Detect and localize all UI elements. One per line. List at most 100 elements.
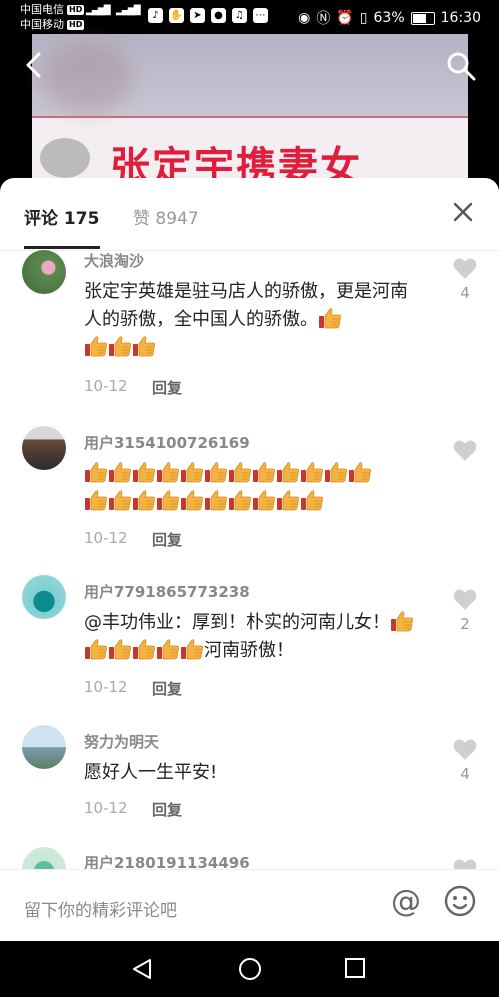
tab-comments[interactable]: 评论 175 (24, 204, 99, 229)
tab-likes[interactable]: 赞 8947 (133, 204, 199, 229)
signal-icon: ▂▄▆█ (116, 6, 141, 16)
active-tab-indicator (24, 246, 100, 249)
thumbs-up-emoji (348, 461, 372, 483)
reply-button[interactable]: 回复 (152, 799, 182, 820)
reply-button[interactable]: 回复 (152, 678, 182, 699)
comment-sheet: 评论 175 赞 8947 大浪淘沙 张定宇英雄是驻马店人的骄傲，更是河南人的骄… (0, 178, 499, 941)
back-icon[interactable] (20, 50, 50, 80)
like-count: 2 (460, 615, 470, 633)
status-right: ◉ Ⓝ ⏰ ▯ 63% 16:30 (298, 8, 481, 28)
thumbs-up-emoji (318, 307, 342, 329)
avatar[interactable] (22, 250, 66, 294)
comment-text: @丰功伟业：厚到！朴实的河南儿女！ 河南骄傲！ (84, 609, 424, 665)
carrier-2-name: 中国移动 (20, 18, 64, 31)
thumbs-up-emoji (300, 461, 324, 483)
alarm-icon: ⏰ (336, 10, 354, 26)
hd-badge: HD (67, 5, 85, 15)
thumbs-up-emoji (252, 489, 276, 511)
heart-icon[interactable] (452, 737, 478, 761)
thumbs-up-emoji (108, 489, 132, 511)
clock: 16:30 (440, 10, 481, 26)
eye-icon: ◉ (298, 10, 311, 26)
comment-tabs: 评论 175 赞 8947 (0, 178, 499, 251)
comment-text-content: 张定宇英雄是驻马店人的骄傲，更是河南人的骄傲，全中国人的骄傲。 (84, 281, 408, 330)
reply-button[interactable]: 回复 (152, 377, 182, 398)
notification-icons: ♪ ✋ ➤ ● ♫ ⋯ (148, 8, 268, 23)
comment-input[interactable]: 留下你的精彩评论吧 (24, 896, 177, 921)
app-icon: ✋ (169, 8, 184, 23)
emoji-icon[interactable] (443, 884, 477, 918)
heart-icon[interactable] (452, 256, 478, 280)
like-count: 4 (460, 284, 470, 302)
thumbs-up-emoji (204, 489, 228, 511)
thumbs-up-emoji (180, 638, 204, 660)
carrier-info: 中国电信 HD 中国移动 HD (20, 2, 85, 32)
at-icon[interactable]: @ (388, 884, 424, 920)
comment-text-content: 河南骄傲！ (204, 640, 294, 661)
video-frame: 张定宇携妻女 (32, 34, 468, 190)
comment-username[interactable]: 用户3154100726169 (84, 432, 250, 453)
avatar[interactable] (22, 426, 66, 470)
thumbs-up-emoji (156, 489, 180, 511)
heart-icon[interactable] (452, 857, 478, 869)
battery-icon (410, 11, 435, 25)
thumbs-up-emoji (390, 610, 414, 632)
video-blur (42, 42, 132, 112)
comment-date: 10-12 (84, 377, 128, 395)
thumbs-up-emoji (132, 461, 156, 483)
comment-username[interactable]: 用户7791865773238 (84, 581, 250, 602)
carrier-1-name: 中国电信 (20, 3, 64, 16)
battery-level: 63% (373, 10, 405, 26)
thumbs-up-emoji (132, 638, 156, 660)
comment-username[interactable]: 努力为明天 (84, 731, 159, 752)
comment-item: 用户2180191134496 (0, 847, 499, 869)
thumbs-up-emoji (180, 461, 204, 483)
comment-text: 张定宇英雄是驻马店人的骄傲，更是河南人的骄傲，全中国人的骄傲。 (84, 278, 424, 362)
status-bar: 中国电信 HD 中国移动 HD ▂▄▆█ ▂▄▆█ ♪ ✋ ➤ ● ♫ ⋯ ◉ Ⓝ … (0, 0, 499, 34)
thumbs-up-emoji (252, 461, 276, 483)
video-area[interactable]: 张定宇携妻女 (0, 34, 499, 190)
nav-back-icon[interactable] (130, 957, 154, 981)
message-icon: ● (211, 8, 226, 23)
signal-icon: ▂▄▆█ (86, 6, 111, 16)
comment-text (84, 460, 444, 516)
tiktok-icon: ♪ (148, 8, 163, 23)
nav-recent-icon[interactable] (344, 957, 366, 979)
comment-date: 10-12 (84, 678, 128, 696)
app-icon: ♫ (232, 8, 247, 23)
close-icon[interactable] (451, 200, 475, 224)
comment-item: 用户3154100726169 10-12 回复 (0, 426, 499, 556)
video-divider (32, 116, 468, 118)
thumbs-up-emoji (84, 335, 108, 357)
video-person (40, 138, 90, 178)
comment-item: 努力为明天 愿好人一生平安! 10-12 回复 4 (0, 725, 499, 835)
nav-home-icon[interactable] (238, 957, 262, 981)
vibrate-icon: ▯ (359, 10, 368, 26)
thumbs-up-emoji (180, 489, 204, 511)
more-icon: ⋯ (253, 8, 268, 23)
comment-username[interactable]: 用户2180191134496 (84, 852, 250, 869)
thumbs-up-emoji (228, 461, 252, 483)
thumbs-up-emoji (204, 461, 228, 483)
comment-list[interactable]: 大浪淘沙 张定宇英雄是驻马店人的骄傲，更是河南人的骄傲，全中国人的骄傲。 10-… (0, 250, 499, 869)
avatar[interactable] (22, 725, 66, 769)
thumbs-up-emoji (228, 489, 252, 511)
like-count: 4 (460, 765, 470, 783)
thumbs-up-emoji (84, 489, 108, 511)
heart-icon[interactable] (452, 587, 478, 611)
thumbs-up-emoji (156, 638, 180, 660)
thumbs-up-emoji (324, 461, 348, 483)
comment-date: 10-12 (84, 529, 128, 547)
thumbs-up-emoji (84, 638, 108, 660)
avatar[interactable] (22, 847, 66, 869)
thumbs-up-emoji (276, 489, 300, 511)
comment-username[interactable]: 大浪淘沙 (84, 250, 144, 271)
thumbs-up-emoji (108, 638, 132, 660)
thumbs-up-emoji (132, 489, 156, 511)
comment-date: 10-12 (84, 799, 128, 817)
avatar[interactable] (22, 575, 66, 619)
search-icon[interactable] (445, 50, 477, 82)
app-icon: ➤ (190, 8, 205, 23)
reply-button[interactable]: 回复 (152, 529, 182, 550)
heart-icon[interactable] (452, 438, 478, 462)
